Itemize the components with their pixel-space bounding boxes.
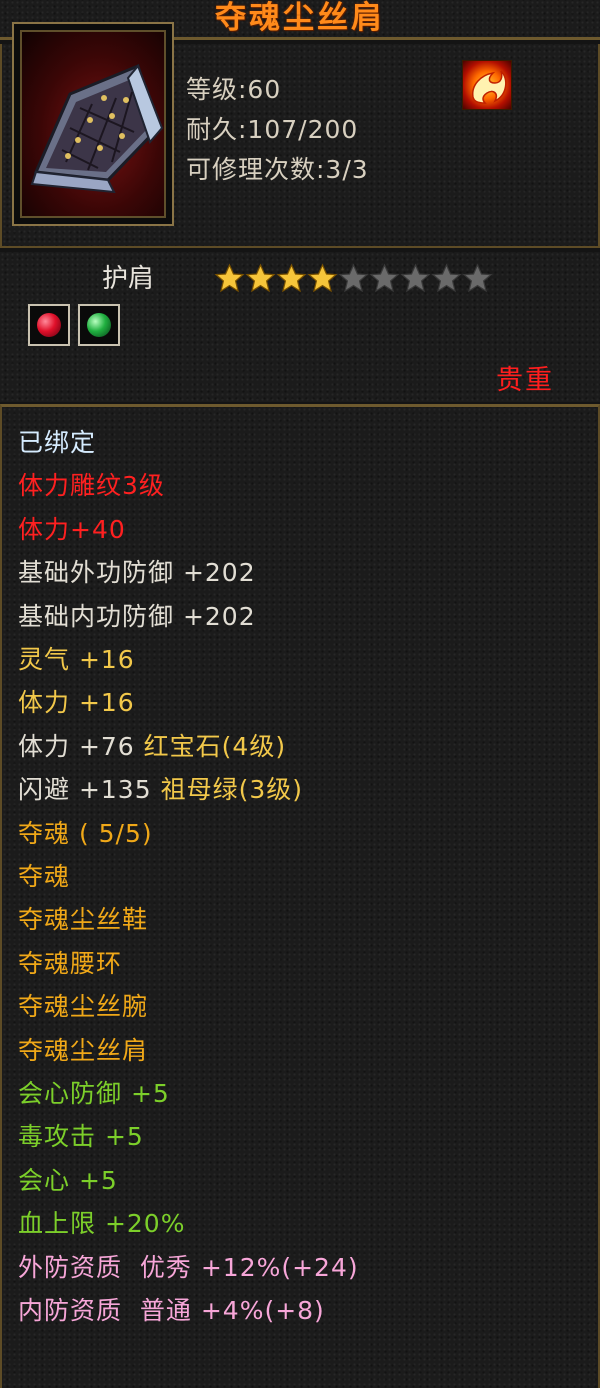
star-empty-icon — [369, 263, 400, 293]
item-name-title: 夺魂尘丝肩 — [215, 0, 385, 36]
star-empty-icon — [431, 263, 462, 293]
attribute-line: 夺魂尘丝肩 — [18, 1035, 149, 1065]
attribute-line: 内防资质 普通 +4%(+8) — [18, 1296, 325, 1325]
star-filled-icon — [214, 263, 245, 293]
flame-class-icon — [462, 60, 512, 110]
attribute-line: 基础外功防御 +202 — [18, 558, 256, 588]
attribute-line: 夺魂尘丝腕 — [18, 992, 149, 1022]
attribute-line: 体力 +76 红宝石(4级) — [18, 732, 286, 762]
gem-slot-2[interactable] — [78, 304, 120, 346]
star-filled-icon — [276, 263, 307, 293]
star-filled-icon — [245, 263, 276, 293]
attribute-line: 灵气 +16 — [18, 645, 135, 674]
attribute-line: 基础内功防御 +202 — [18, 601, 256, 631]
star-empty-icon — [338, 263, 369, 293]
emerald-gem-icon — [87, 313, 111, 337]
item-level: 等级:60 — [186, 75, 282, 104]
attribute-line: 会心防御 +5 — [18, 1079, 170, 1108]
attribute-line: 体力雕纹3级 — [18, 471, 165, 501]
star-filled-icon — [307, 263, 338, 293]
attribute-panel — [0, 404, 600, 1388]
attribute-line: 闪避 +135 祖母绿(3级) — [18, 775, 303, 805]
attribute-line: 夺魂 — [18, 862, 71, 891]
gem-name: 祖母绿(3级) — [160, 775, 303, 805]
attribute-line: 已绑定 — [18, 428, 97, 457]
attribute-line: 夺魂尘丝鞋 — [18, 905, 149, 935]
gem-stat-value: 体力 +76 — [18, 731, 144, 761]
gem-stat-value: 闪避 +135 — [18, 775, 161, 805]
item-repair-count: 可修理次数:3/3 — [186, 155, 369, 184]
attribute-line: 血上限 +20% — [18, 1209, 186, 1239]
item-icon-frame[interactable] — [12, 22, 174, 226]
equipment-slot-label: 护肩 — [102, 264, 155, 294]
attribute-line: 体力 +16 — [18, 688, 135, 718]
attribute-line: 会心 +5 — [18, 1165, 118, 1195]
item-durability: 耐久:107/200 — [186, 115, 359, 144]
ruby-gem-icon — [37, 313, 61, 337]
attribute-line: 毒攻击 +5 — [18, 1122, 144, 1152]
attribute-line: 外防资质 优秀 +12%(+24) — [18, 1252, 359, 1282]
rarity-label: 贵重 — [496, 365, 554, 396]
gem-name: 红宝石(4级) — [143, 731, 287, 761]
shoulder-pad-icon — [20, 30, 166, 218]
star-empty-icon — [462, 263, 493, 293]
attribute-line: 夺魂腰环 — [18, 948, 123, 978]
star-empty-icon — [400, 263, 431, 293]
attribute-line: 夺魂 ( 5/5) — [18, 818, 153, 848]
star-rating — [214, 263, 493, 295]
gem-slot-1[interactable] — [28, 304, 70, 346]
attribute-line: 体力+40 — [18, 514, 126, 544]
